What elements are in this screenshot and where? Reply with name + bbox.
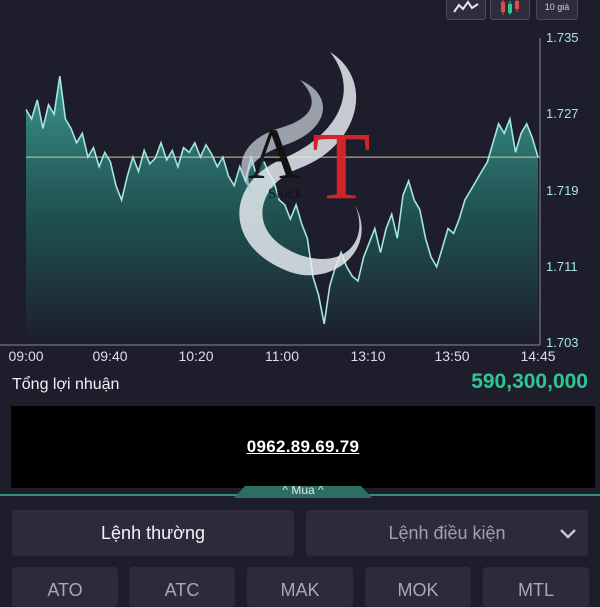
y-axis-tick: 1.735 (546, 30, 579, 45)
tab-normal-order[interactable]: Lệnh thường (12, 510, 294, 556)
x-axis-tick: 14:45 (520, 348, 556, 364)
total-profit-value: 590,300,000 (471, 370, 588, 393)
phone-number-link[interactable]: 0962.89.69.79 (247, 437, 360, 457)
total-profit-label: Tổng lợi nhuận (12, 376, 120, 393)
buy-sheet-handle-label: ^ Mua ^ (282, 486, 324, 497)
x-axis-tick: 13:50 (434, 348, 470, 364)
logo-letters-a: A (248, 114, 300, 194)
contact-banner: 0962.89.69.79 (11, 406, 595, 488)
x-axis-tick: 09:00 (8, 348, 44, 364)
order-type-ato-button[interactable]: ATO (12, 567, 118, 607)
x-axis-tick: 10:20 (178, 348, 214, 364)
order-type-mok-button[interactable]: MOK (365, 567, 471, 607)
logo-subtitle: Stock (268, 186, 303, 202)
candlestick-toggle[interactable] (490, 0, 530, 20)
x-axis-tick: 09:40 (92, 348, 128, 364)
y-axis-tick: 1.727 (546, 106, 579, 122)
x-axis-tick: 11:00 (265, 348, 299, 364)
price-levels-button[interactable]: 10 giá (536, 0, 578, 20)
tab-conditional-order-label: Lệnh điều kiện (388, 522, 506, 543)
order-type-mak-button[interactable]: MAK (247, 567, 353, 607)
candlestick-icon (501, 0, 519, 15)
price-chart-svg: A T Stock (0, 38, 541, 346)
price-chart[interactable]: A T Stock 10 giá 1.735 1.727 1.719 1.711 1.7… (0, 0, 600, 372)
order-type-atc-button[interactable]: ATC (129, 567, 235, 607)
y-axis-tick: 1.711 (546, 258, 578, 274)
buy-sheet-handle[interactable]: ^ Mua ^ (234, 486, 372, 498)
line-chart-icon (453, 0, 479, 13)
y-axis-tick: 1.719 (546, 182, 579, 198)
line-chart-toggle[interactable] (446, 0, 486, 20)
x-axis-tick: 13:10 (350, 348, 386, 364)
tab-normal-order-label: Lệnh thường (101, 522, 205, 543)
logo-letters-t: T (312, 112, 371, 219)
chevron-down-icon[interactable] (558, 523, 578, 543)
price-levels-label: 10 giá (544, 2, 570, 12)
order-type-mtl-button[interactable]: MTL (483, 567, 589, 607)
tab-conditional-order[interactable]: Lệnh điều kiện (306, 510, 588, 556)
